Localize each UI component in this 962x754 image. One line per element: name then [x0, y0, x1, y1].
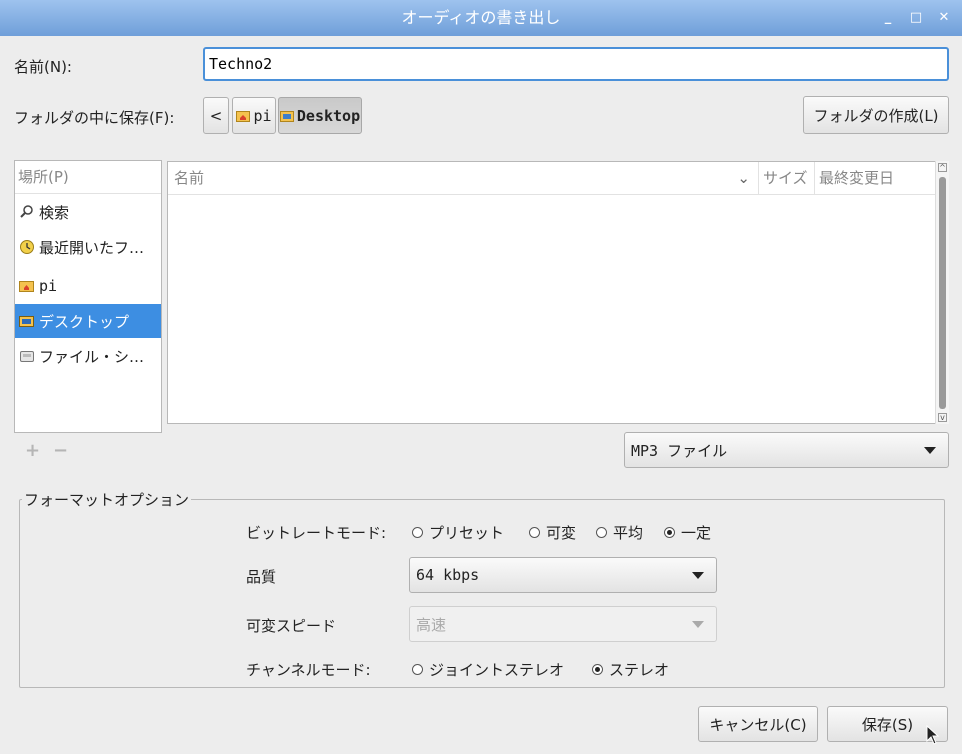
- dropdown-arrow-icon: [692, 572, 704, 579]
- recent-icon: [19, 239, 35, 255]
- breadcrumb-item-desktop[interactable]: Desktop: [278, 97, 362, 134]
- chevron-down-icon: ⌄: [737, 169, 750, 187]
- places-item-desktop[interactable]: デスクトップ: [15, 304, 161, 338]
- places-panel: 場所(P) 検索 最近開いたフ… pi デスクトップ ファイル・シ…: [14, 160, 162, 433]
- column-header-modified[interactable]: 最終変更日: [814, 162, 936, 195]
- drive-icon: [19, 349, 35, 363]
- dropdown-arrow-icon: [692, 621, 704, 628]
- channel-mode-label: チャンネルモード:: [246, 661, 371, 679]
- channel-joint-stereo-radio[interactable]: ジョイントステレオ: [412, 659, 564, 680]
- window-controls: _ □ ✕: [876, 0, 956, 36]
- bitrate-constant-radio[interactable]: 一定: [664, 522, 711, 543]
- maximize-button[interactable]: □: [904, 6, 928, 30]
- scrollbar-thumb[interactable]: [939, 177, 946, 409]
- quality-label: 品質: [246, 568, 277, 586]
- radio-icon: [529, 527, 540, 538]
- scroll-down-icon[interactable]: v: [938, 413, 947, 422]
- places-item-search[interactable]: 検索: [15, 195, 161, 229]
- home-folder-icon: [236, 110, 251, 122]
- name-label: 名前(N):: [14, 58, 72, 76]
- bitrate-variable-radio[interactable]: 可変: [529, 522, 576, 543]
- radio-checked-icon: [592, 664, 603, 675]
- remove-place-button[interactable]: −: [53, 440, 68, 461]
- mouse-cursor-icon: [926, 725, 940, 745]
- desktop-folder-icon: [19, 314, 35, 328]
- save-in-label: フォルダの中に保存(F):: [14, 109, 175, 127]
- bitrate-mode-label: ビットレートモード:: [246, 524, 387, 542]
- scroll-up-icon[interactable]: ^: [938, 163, 947, 172]
- breadcrumb-item-pi[interactable]: pi: [232, 97, 276, 134]
- add-place-button[interactable]: +: [25, 440, 40, 461]
- close-button[interactable]: ✕: [932, 6, 956, 30]
- title-bar: オーディオの書き出し _ □ ✕: [0, 0, 962, 36]
- file-list-scrollbar[interactable]: ^ v: [935, 161, 949, 424]
- bitrate-average-radio[interactable]: 平均: [596, 522, 643, 543]
- desktop-folder-icon: [279, 110, 294, 122]
- places-item-recent[interactable]: 最近開いたフ…: [15, 230, 161, 264]
- create-folder-button[interactable]: フォルダの作成(L): [803, 96, 949, 134]
- radio-icon: [412, 664, 423, 675]
- radio-icon: [596, 527, 607, 538]
- search-icon: [19, 204, 35, 220]
- radio-icon: [412, 527, 423, 538]
- breadcrumb-back-button[interactable]: <: [203, 97, 229, 134]
- places-item-home[interactable]: pi: [15, 269, 161, 303]
- filename-input[interactable]: [203, 47, 949, 81]
- places-item-filesystem[interactable]: ファイル・シ…: [15, 339, 161, 373]
- variable-speed-label: 可変スピード: [246, 617, 337, 635]
- cancel-button[interactable]: キャンセル(C): [698, 706, 818, 742]
- home-folder-icon: [19, 279, 35, 293]
- file-list[interactable]: 名前 ⌄ サイズ 最終変更日: [167, 161, 949, 424]
- chevron-left-icon: <: [209, 106, 223, 125]
- minimize-button[interactable]: _: [876, 6, 900, 30]
- radio-checked-icon: [664, 527, 675, 538]
- column-header-name[interactable]: 名前 ⌄: [168, 162, 758, 195]
- quality-combo[interactable]: 64 kbps: [409, 557, 717, 593]
- file-type-combo[interactable]: MP3 ファイル: [624, 432, 949, 468]
- dropdown-arrow-icon: [924, 447, 936, 454]
- format-options-legend: フォーマットオプション: [22, 489, 192, 510]
- variable-speed-combo: 高速: [409, 606, 717, 642]
- window-title: オーディオの書き出し: [401, 8, 561, 27]
- bitrate-preset-radio[interactable]: プリセット: [412, 522, 504, 543]
- places-header: 場所(P): [15, 161, 161, 194]
- channel-stereo-radio[interactable]: ステレオ: [592, 659, 669, 680]
- column-header-size[interactable]: サイズ: [758, 162, 814, 195]
